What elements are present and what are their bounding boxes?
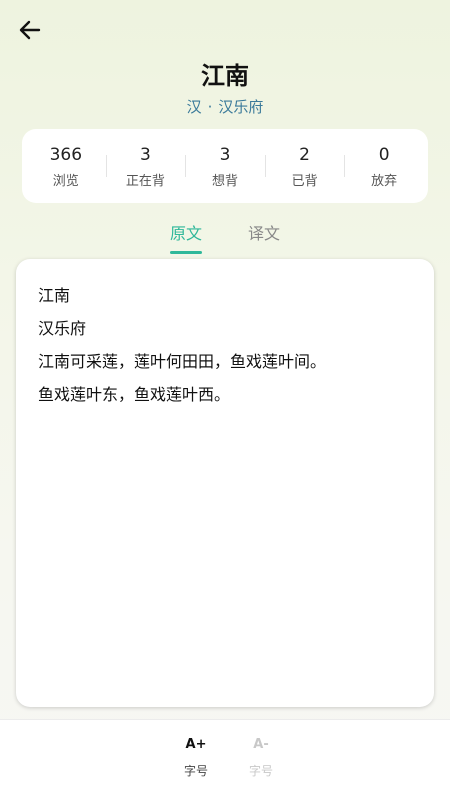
tab-label: 译文 [248,224,281,243]
stat-label: 浏览 [52,173,79,189]
stat-reciting[interactable]: 3 正在背 [106,144,186,189]
content-author-line: 汉乐府 [38,319,87,338]
stat-value: 366 [49,144,83,165]
tab-translation[interactable]: 译文 [248,220,280,244]
poem-content-card: 江南 汉乐府 江南可采莲，莲叶何田田，鱼戏莲叶间。 鱼戏莲叶东，鱼戏莲叶西。 [16,259,434,707]
stat-label: 正在背 [125,173,165,189]
stat-value: 0 [378,144,390,165]
stat-value: 3 [139,144,151,165]
tab-active-indicator [170,251,202,254]
font-decrease-label: 字号 [248,764,273,778]
stat-label: 放弃 [371,173,398,189]
stat-want[interactable]: 3 想背 [185,144,265,189]
stats-card: 366 浏览 3 正在背 3 想背 2 已背 0 放弃 [22,129,428,203]
font-increase-label: 字号 [183,764,208,778]
stat-label: 想背 [211,173,238,189]
content-title-line: 江南 [38,286,71,305]
content-tabs: 原文 译文 [0,220,450,256]
content-verse-line: 鱼戏莲叶东，鱼戏莲叶西。 [38,385,231,404]
dynasty-link[interactable]: 汉 [187,98,202,116]
content-verse-line: 江南可采莲，莲叶何田田，鱼戏莲叶间。 [38,352,327,371]
poem-meta: 汉 · 汉乐府 [0,96,450,117]
author-link[interactable]: 汉乐府 [218,98,263,116]
tab-original[interactable]: 原文 [170,220,202,254]
font-decrease-icon: A- [253,737,269,752]
stat-views[interactable]: 366 浏览 [26,144,106,189]
stat-value: 3 [219,144,231,165]
stat-recited[interactable]: 2 已背 [265,144,345,189]
bottom-toolbar: A+ 字号 A- 字号 [0,719,450,801]
poem-title: 江南 [201,62,249,90]
stat-abandoned[interactable]: 0 放弃 [344,144,424,189]
font-increase-button[interactable]: A+ 字号 [171,736,221,779]
font-decrease-button[interactable]: A- 字号 [236,736,286,779]
meta-separator: · [207,98,213,116]
stat-label: 已背 [291,173,318,189]
tab-label: 原文 [170,224,203,243]
stat-value: 2 [299,144,310,165]
arrow-left-icon [19,20,41,40]
font-increase-icon: A+ [185,737,207,752]
back-button[interactable] [14,14,46,46]
